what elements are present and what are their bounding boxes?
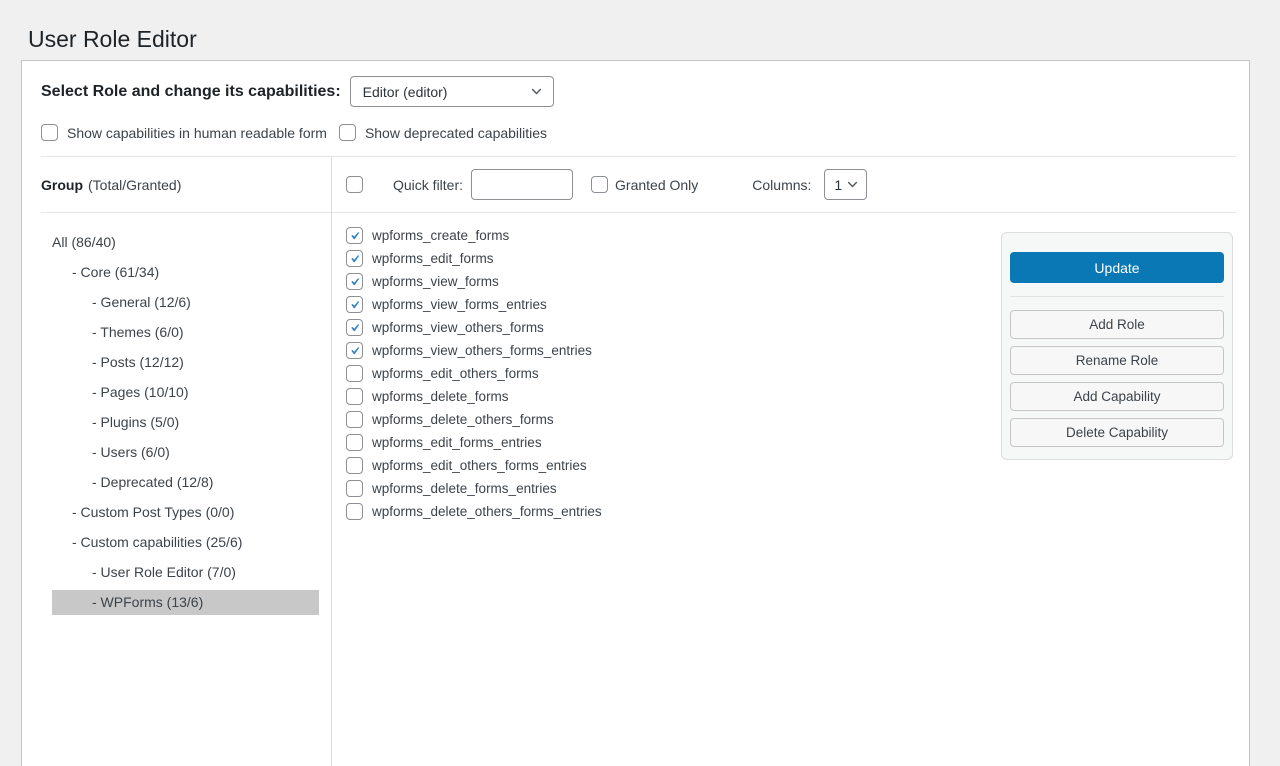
- columns-select-value: 1: [834, 177, 842, 193]
- capability-row: wpforms_view_others_forms: [346, 319, 602, 336]
- group-item[interactable]: - Plugins (5/0): [52, 410, 319, 435]
- groups-tree: All (86/40) - Core (61/34) - General (12/6…: [52, 230, 319, 615]
- capability-checkbox[interactable]: [346, 319, 363, 336]
- user-role-editor-panel: Select Role and change its capabilities:…: [21, 60, 1250, 766]
- add-capability-button[interactable]: Add Capability: [1010, 382, 1224, 411]
- group-item[interactable]: - WPForms (13/6): [52, 590, 319, 615]
- capability-checkbox[interactable]: [346, 250, 363, 267]
- capability-label: wpforms_view_others_forms: [372, 320, 544, 335]
- human-readable-label: Show capabilities in human readable form: [67, 125, 327, 141]
- human-readable-checkbox[interactable]: [41, 124, 58, 141]
- add-role-button[interactable]: Add Role: [1010, 310, 1224, 339]
- chevron-down-icon: [530, 85, 543, 98]
- groups-header-suffix: (Total/Granted): [88, 177, 181, 193]
- capability-label: wpforms_delete_forms: [372, 389, 509, 404]
- display-options-row: Show capabilities in human readable form…: [22, 107, 1249, 156]
- group-item[interactable]: - Core (61/34): [52, 260, 319, 285]
- capability-row: wpforms_delete_forms_entries: [346, 480, 602, 497]
- capability-checkbox[interactable]: [346, 365, 363, 382]
- role-selector-label: Select Role and change its capabilities:: [41, 83, 341, 101]
- capability-row: wpforms_delete_others_forms: [346, 411, 602, 428]
- capability-label: wpforms_edit_others_forms: [372, 366, 539, 381]
- capability-row: wpforms_view_forms: [346, 273, 602, 290]
- capability-checkbox[interactable]: [346, 227, 363, 244]
- capability-label: wpforms_view_others_forms_entries: [372, 343, 592, 358]
- capabilities-area: wpforms_create_forms wpforms_edit_formswp…: [332, 213, 1236, 766]
- group-item[interactable]: - Custom capabilities (25/6): [52, 530, 319, 555]
- capability-row: wpforms_view_forms_entries: [346, 296, 602, 313]
- capability-checkbox[interactable]: [346, 411, 363, 428]
- capability-label: wpforms_view_forms_entries: [372, 297, 547, 312]
- capability-label: wpforms_delete_others_forms_entries: [372, 504, 602, 519]
- group-item[interactable]: - Deprecated (12/8): [52, 470, 319, 495]
- capabilities-column: Quick filter: Granted Only Columns: 1 wp…: [332, 157, 1236, 766]
- capability-row: wpforms_create_forms: [346, 227, 602, 244]
- capability-checkbox[interactable]: [346, 342, 363, 359]
- capability-checkbox[interactable]: [346, 296, 363, 313]
- actions-panel: Update Add Role Rename Role Add Capabili…: [1001, 232, 1233, 460]
- group-item[interactable]: - Themes (6/0): [52, 320, 319, 345]
- capability-label: wpforms_delete_forms_entries: [372, 481, 557, 496]
- page-title: User Role Editor: [0, 0, 1280, 53]
- groups-header-title: Group: [41, 177, 83, 193]
- capability-label: wpforms_edit_others_forms_entries: [372, 458, 587, 473]
- capability-checkbox[interactable]: [346, 503, 363, 520]
- capability-label: wpforms_view_forms: [372, 274, 499, 289]
- group-item[interactable]: - User Role Editor (7/0): [52, 560, 319, 585]
- delete-capability-button[interactable]: Delete Capability: [1010, 418, 1224, 447]
- capabilities-table: Group (Total/Granted) All (86/40) - Core …: [41, 157, 1236, 766]
- group-item[interactable]: - Users (6/0): [52, 440, 319, 465]
- select-all-checkbox[interactable]: [346, 176, 363, 193]
- groups-column: Group (Total/Granted) All (86/40) - Core …: [41, 157, 332, 766]
- group-item[interactable]: - Custom Post Types (0/0): [52, 500, 319, 525]
- columns-label: Columns:: [752, 177, 811, 193]
- capability-checkbox[interactable]: [346, 480, 363, 497]
- capability-row: wpforms_view_others_forms_entries: [346, 342, 602, 359]
- group-item[interactable]: - General (12/6): [52, 290, 319, 315]
- quick-filter-label: Quick filter:: [393, 177, 463, 193]
- group-item[interactable]: All (86/40): [52, 230, 319, 255]
- capability-checkbox[interactable]: [346, 457, 363, 474]
- show-deprecated-checkbox[interactable]: [339, 124, 356, 141]
- group-item[interactable]: - Pages (10/10): [52, 380, 319, 405]
- capability-row: wpforms_edit_forms: [346, 250, 602, 267]
- divider: [1010, 296, 1224, 297]
- role-select[interactable]: Editor (editor): [350, 76, 554, 107]
- capability-row: wpforms_edit_others_forms: [346, 365, 602, 382]
- capability-checkbox[interactable]: [346, 388, 363, 405]
- quick-filter-input[interactable]: [471, 169, 573, 200]
- role-select-value: Editor (editor): [363, 84, 448, 100]
- capability-label: wpforms_edit_forms_entries: [372, 435, 542, 450]
- update-button[interactable]: Update: [1010, 252, 1224, 283]
- granted-only-label: Granted Only: [615, 177, 698, 193]
- capability-row: wpforms_edit_forms_entries: [346, 434, 602, 451]
- capability-checkbox[interactable]: [346, 434, 363, 451]
- filter-bar: Quick filter: Granted Only Columns: 1: [332, 157, 1236, 213]
- groups-header: Group (Total/Granted): [41, 157, 331, 213]
- rename-role-button[interactable]: Rename Role: [1010, 346, 1224, 375]
- capability-label: wpforms_create_forms: [372, 228, 509, 243]
- show-deprecated-label: Show deprecated capabilities: [365, 125, 547, 141]
- capability-label: wpforms_edit_forms: [372, 251, 494, 266]
- capability-row: wpforms_edit_others_forms_entries: [346, 457, 602, 474]
- capability-checkbox[interactable]: [346, 273, 363, 290]
- granted-only-checkbox[interactable]: [591, 176, 608, 193]
- capability-row: wpforms_delete_forms: [346, 388, 602, 405]
- chevron-down-icon: [846, 178, 859, 191]
- columns-select[interactable]: 1: [824, 169, 867, 200]
- capability-label: wpforms_delete_others_forms: [372, 412, 554, 427]
- role-selector-row: Select Role and change its capabilities:…: [22, 61, 1249, 107]
- group-item[interactable]: - Posts (12/12): [52, 350, 319, 375]
- capabilities-list: wpforms_create_forms wpforms_edit_formswp…: [346, 227, 602, 766]
- capability-row: wpforms_delete_others_forms_entries: [346, 503, 602, 520]
